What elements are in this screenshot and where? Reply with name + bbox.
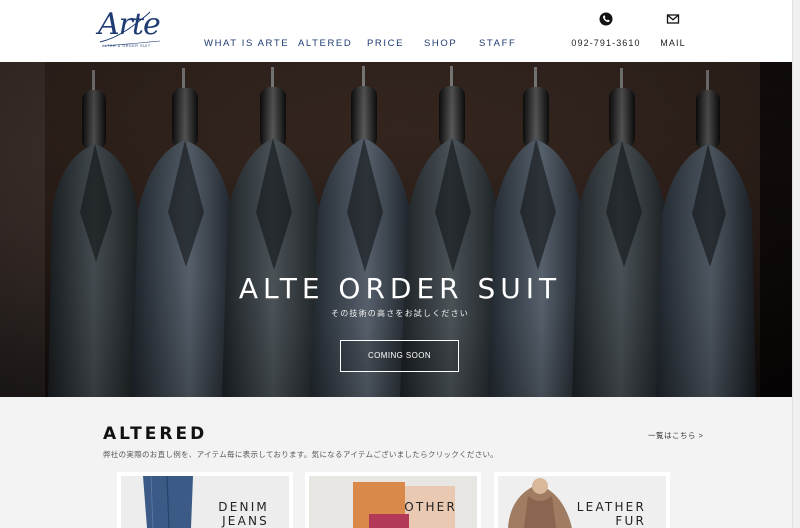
logo-wordmark: Arte [98,7,161,42]
card-title: LEATHER FUR DOWN [576,500,646,528]
site-header: Arte ALTER & ORDER SUIT WHAT IS ARTE ALT… [0,0,800,62]
phone-contact[interactable]: 092-791-3610 [571,12,641,52]
nav-item-what-is-arte[interactable]: WHAT IS ARTE [204,38,289,49]
hero-subtitle: その技術の高さをお試しください [331,309,469,318]
site-logo[interactable]: Arte ALTER & ORDER SUIT [98,8,164,52]
mail-icon [666,14,680,24]
card-other[interactable]: OTHER [305,472,481,528]
section-description: 弊社の実際のお直し例を、アイテム毎に表示しております。気になるアイテムございまし… [103,450,499,459]
mail-contact[interactable]: MAIL [638,12,708,52]
section-title: ALTERED [103,424,208,444]
phone-number: 092-791-3610 [571,38,641,48]
nav-item-altered[interactable]: ALTERED [298,38,352,49]
card-title: DENIM JEANS [218,500,269,528]
card-denim-jeans[interactable]: DENIM JEANS [117,472,293,528]
page-scrollbar[interactable] [792,0,800,528]
altered-section: ALTERED 一覧はこちら > 弊社の実際のお直し例を、アイテム毎に表示してお… [0,397,800,528]
mail-label: MAIL [660,38,686,48]
nav-item-price[interactable]: PRICE [367,38,404,49]
card-leather-fur-down[interactable]: LEATHER FUR DOWN [494,472,670,528]
logo-tagline: ALTER & ORDER SUIT [102,44,151,48]
hero-title: ALTE ORDER SUIT [238,272,562,305]
coming-soon-button[interactable]: COMING SOON [340,340,459,372]
card-title: OTHER [404,500,457,514]
nav-item-staff[interactable]: STAFF [479,38,516,49]
phone-icon [599,12,613,26]
nav-item-shop[interactable]: SHOP [424,38,457,49]
hero-banner: ALTE ORDER SUIT その技術の高さをお試しください COMING S… [0,62,800,397]
view-all-link[interactable]: 一覧はこちら > [648,430,703,441]
